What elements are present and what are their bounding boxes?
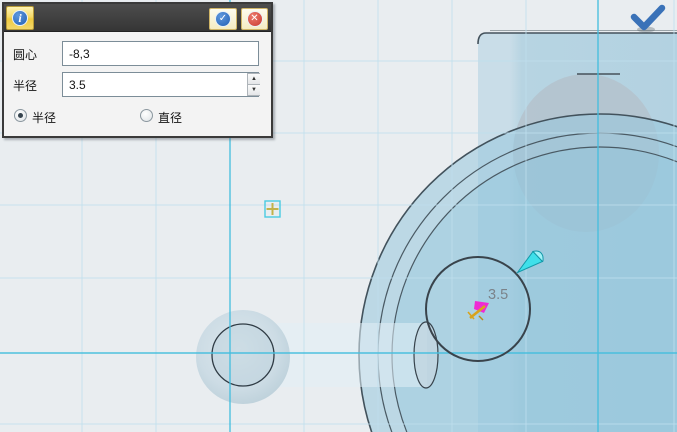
- confirm-button[interactable]: ✓: [209, 8, 237, 30]
- cad-viewport: 3.5 i ✓ ✕: [0, 0, 677, 432]
- radio-radius-label: 半径: [32, 109, 56, 126]
- radius-field-label: 半径: [13, 77, 37, 94]
- info-button[interactable]: i: [6, 6, 34, 30]
- radius-spinner[interactable]: ▲ ▼: [247, 73, 260, 96]
- spinner-down-icon[interactable]: ▼: [247, 85, 260, 96]
- model-hole-ellipse: [414, 322, 438, 388]
- center-input[interactable]: [62, 41, 259, 66]
- info-icon: i: [12, 10, 28, 26]
- center-field-label: 圆心: [13, 46, 37, 63]
- spinner-up-icon[interactable]: ▲: [247, 73, 260, 85]
- dialog-titlebar[interactable]: i ✓ ✕: [4, 4, 271, 32]
- radio-diameter-label: 直径: [158, 109, 182, 126]
- radius-dimension-label: 3.5: [488, 287, 508, 303]
- radius-input[interactable]: [62, 72, 259, 97]
- radio-radius[interactable]: [14, 109, 27, 122]
- radio-diameter[interactable]: [140, 109, 153, 122]
- model-shaft: [277, 323, 427, 387]
- circle-dialog: i ✓ ✕ 圆心 半径 ▲ ▼ 半径 直径: [2, 2, 273, 138]
- close-icon: ✕: [247, 11, 263, 27]
- close-button[interactable]: ✕: [241, 8, 268, 30]
- model-ball-end: [196, 310, 290, 404]
- confirm-check-icon: ✓: [215, 11, 231, 27]
